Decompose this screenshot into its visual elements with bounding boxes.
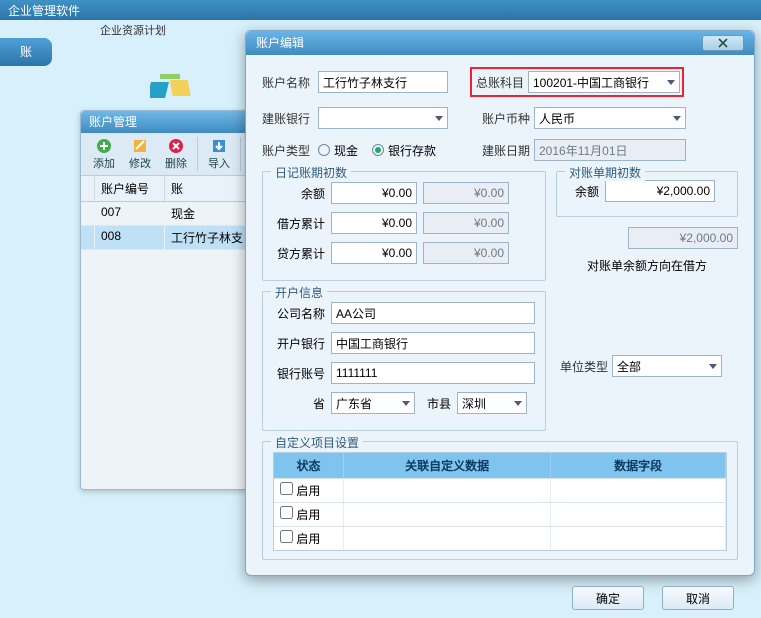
dialog-account-edit: 账户编辑 账户名称 总账科目 100201-中国工商银行 建账银行 账户币种 人… bbox=[245, 30, 755, 576]
custom-item-row[interactable]: 启用 bbox=[274, 478, 726, 502]
recon-direction-text: 对账单余额方向在借方 bbox=[556, 257, 738, 274]
province-combo[interactable]: 广东省 bbox=[331, 392, 415, 414]
label-account-type: 账户类型 bbox=[262, 142, 318, 159]
divider bbox=[197, 137, 198, 171]
legend-open-info: 开户信息 bbox=[271, 284, 327, 301]
custom-items-table: 状态 关联自定义数据 数据字段 启用 启用 启用 bbox=[273, 452, 727, 551]
label-account-name: 账户名称 bbox=[262, 74, 318, 91]
label-currency: 账户币种 bbox=[478, 110, 534, 127]
label-city: 市县 bbox=[421, 395, 451, 412]
unit-type-combo[interactable]: 全部 bbox=[612, 355, 722, 377]
journal-debit-input[interactable] bbox=[331, 212, 417, 234]
add-button[interactable]: 添加 bbox=[87, 137, 121, 171]
journal-credit-alt bbox=[423, 242, 509, 264]
enable-checkbox[interactable] bbox=[280, 530, 293, 543]
fieldset-journal-initial: 日记账期初数 余额 借方累计 贷方累计 bbox=[262, 171, 546, 281]
dialog-button-bar: 确定 取消 bbox=[246, 578, 754, 618]
label-recon-balance: 余额 bbox=[565, 183, 599, 200]
import-button[interactable]: 导入 bbox=[202, 137, 236, 171]
dialog-title: 账户编辑 bbox=[256, 31, 304, 55]
close-button[interactable] bbox=[702, 35, 744, 51]
city-combo[interactable]: 深圳 bbox=[457, 392, 527, 414]
open-bank-combo[interactable] bbox=[318, 107, 448, 129]
label-gl-subject: 总账科目 bbox=[474, 74, 528, 91]
custom-item-row[interactable]: 启用 bbox=[274, 526, 726, 550]
label-open-bank: 建账银行 bbox=[262, 110, 318, 127]
label-credit: 贷方累计 bbox=[273, 245, 325, 262]
bank-acct-input[interactable] bbox=[331, 362, 535, 384]
label-province: 省 bbox=[273, 395, 325, 412]
custom-item-row[interactable]: 启用 bbox=[274, 502, 726, 526]
opening-bank-input[interactable] bbox=[331, 332, 535, 354]
journal-balance-alt bbox=[423, 182, 509, 204]
label-debit: 借方累计 bbox=[273, 215, 325, 232]
journal-debit-alt bbox=[423, 212, 509, 234]
fieldset-open-info: 开户信息 公司名称 开户银行 银行账号 省 广东省 市县 深圳 bbox=[262, 291, 546, 431]
journal-credit-input[interactable] bbox=[331, 242, 417, 264]
radio-bank-deposit[interactable]: 银行存款 bbox=[372, 142, 436, 159]
books-icon bbox=[150, 70, 194, 106]
delete-button[interactable]: 删除 bbox=[159, 137, 193, 171]
dialog-title-bar: 账户编辑 bbox=[246, 31, 754, 55]
cancel-button[interactable]: 取消 bbox=[662, 586, 734, 610]
custom-items-header: 状态 关联自定义数据 数据字段 bbox=[274, 453, 726, 478]
legend-journal: 日记账期初数 bbox=[271, 164, 351, 181]
fieldset-custom-items: 自定义项目设置 状态 关联自定义数据 数据字段 启用 启用 启用 bbox=[262, 441, 738, 560]
label-balance: 余额 bbox=[273, 185, 325, 202]
col-no: 账户编号 bbox=[95, 176, 165, 201]
label-company: 公司名称 bbox=[273, 305, 325, 322]
side-tab-account[interactable]: 账 bbox=[0, 38, 52, 66]
ok-button[interactable]: 确定 bbox=[572, 586, 644, 610]
radio-cash[interactable]: 现金 bbox=[318, 142, 358, 159]
close-icon bbox=[717, 38, 729, 48]
legend-recon: 对账单期初数 bbox=[565, 164, 645, 181]
legend-custom: 自定义项目设置 bbox=[271, 434, 363, 451]
app-title: 企业管理软件 bbox=[8, 2, 80, 19]
recon-balance-alt bbox=[628, 227, 738, 249]
journal-balance-input[interactable] bbox=[331, 182, 417, 204]
gl-subject-combo[interactable]: 100201-中国工商银行 bbox=[528, 71, 680, 93]
enable-checkbox[interactable] bbox=[280, 482, 293, 495]
app-title-bar: 企业管理软件 bbox=[0, 0, 761, 20]
open-date-input bbox=[534, 139, 686, 161]
label-unit-type: 单位类型 bbox=[556, 358, 612, 375]
company-input[interactable] bbox=[331, 302, 535, 324]
fieldset-recon-initial: 对账单期初数 余额 bbox=[556, 171, 738, 217]
highlight-gl-subject: 总账科目 100201-中国工商银行 bbox=[470, 67, 684, 97]
enable-checkbox[interactable] bbox=[280, 506, 293, 519]
edit-button[interactable]: 修改 bbox=[123, 137, 157, 171]
account-name-input[interactable] bbox=[318, 71, 448, 93]
label-bank-acct: 银行账号 bbox=[273, 365, 325, 382]
divider bbox=[240, 137, 241, 171]
label-opening-bank: 开户银行 bbox=[273, 335, 325, 352]
label-open-date: 建账日期 bbox=[478, 142, 534, 159]
recon-balance-input[interactable] bbox=[605, 180, 715, 202]
currency-combo[interactable]: 人民币 bbox=[534, 107, 686, 129]
